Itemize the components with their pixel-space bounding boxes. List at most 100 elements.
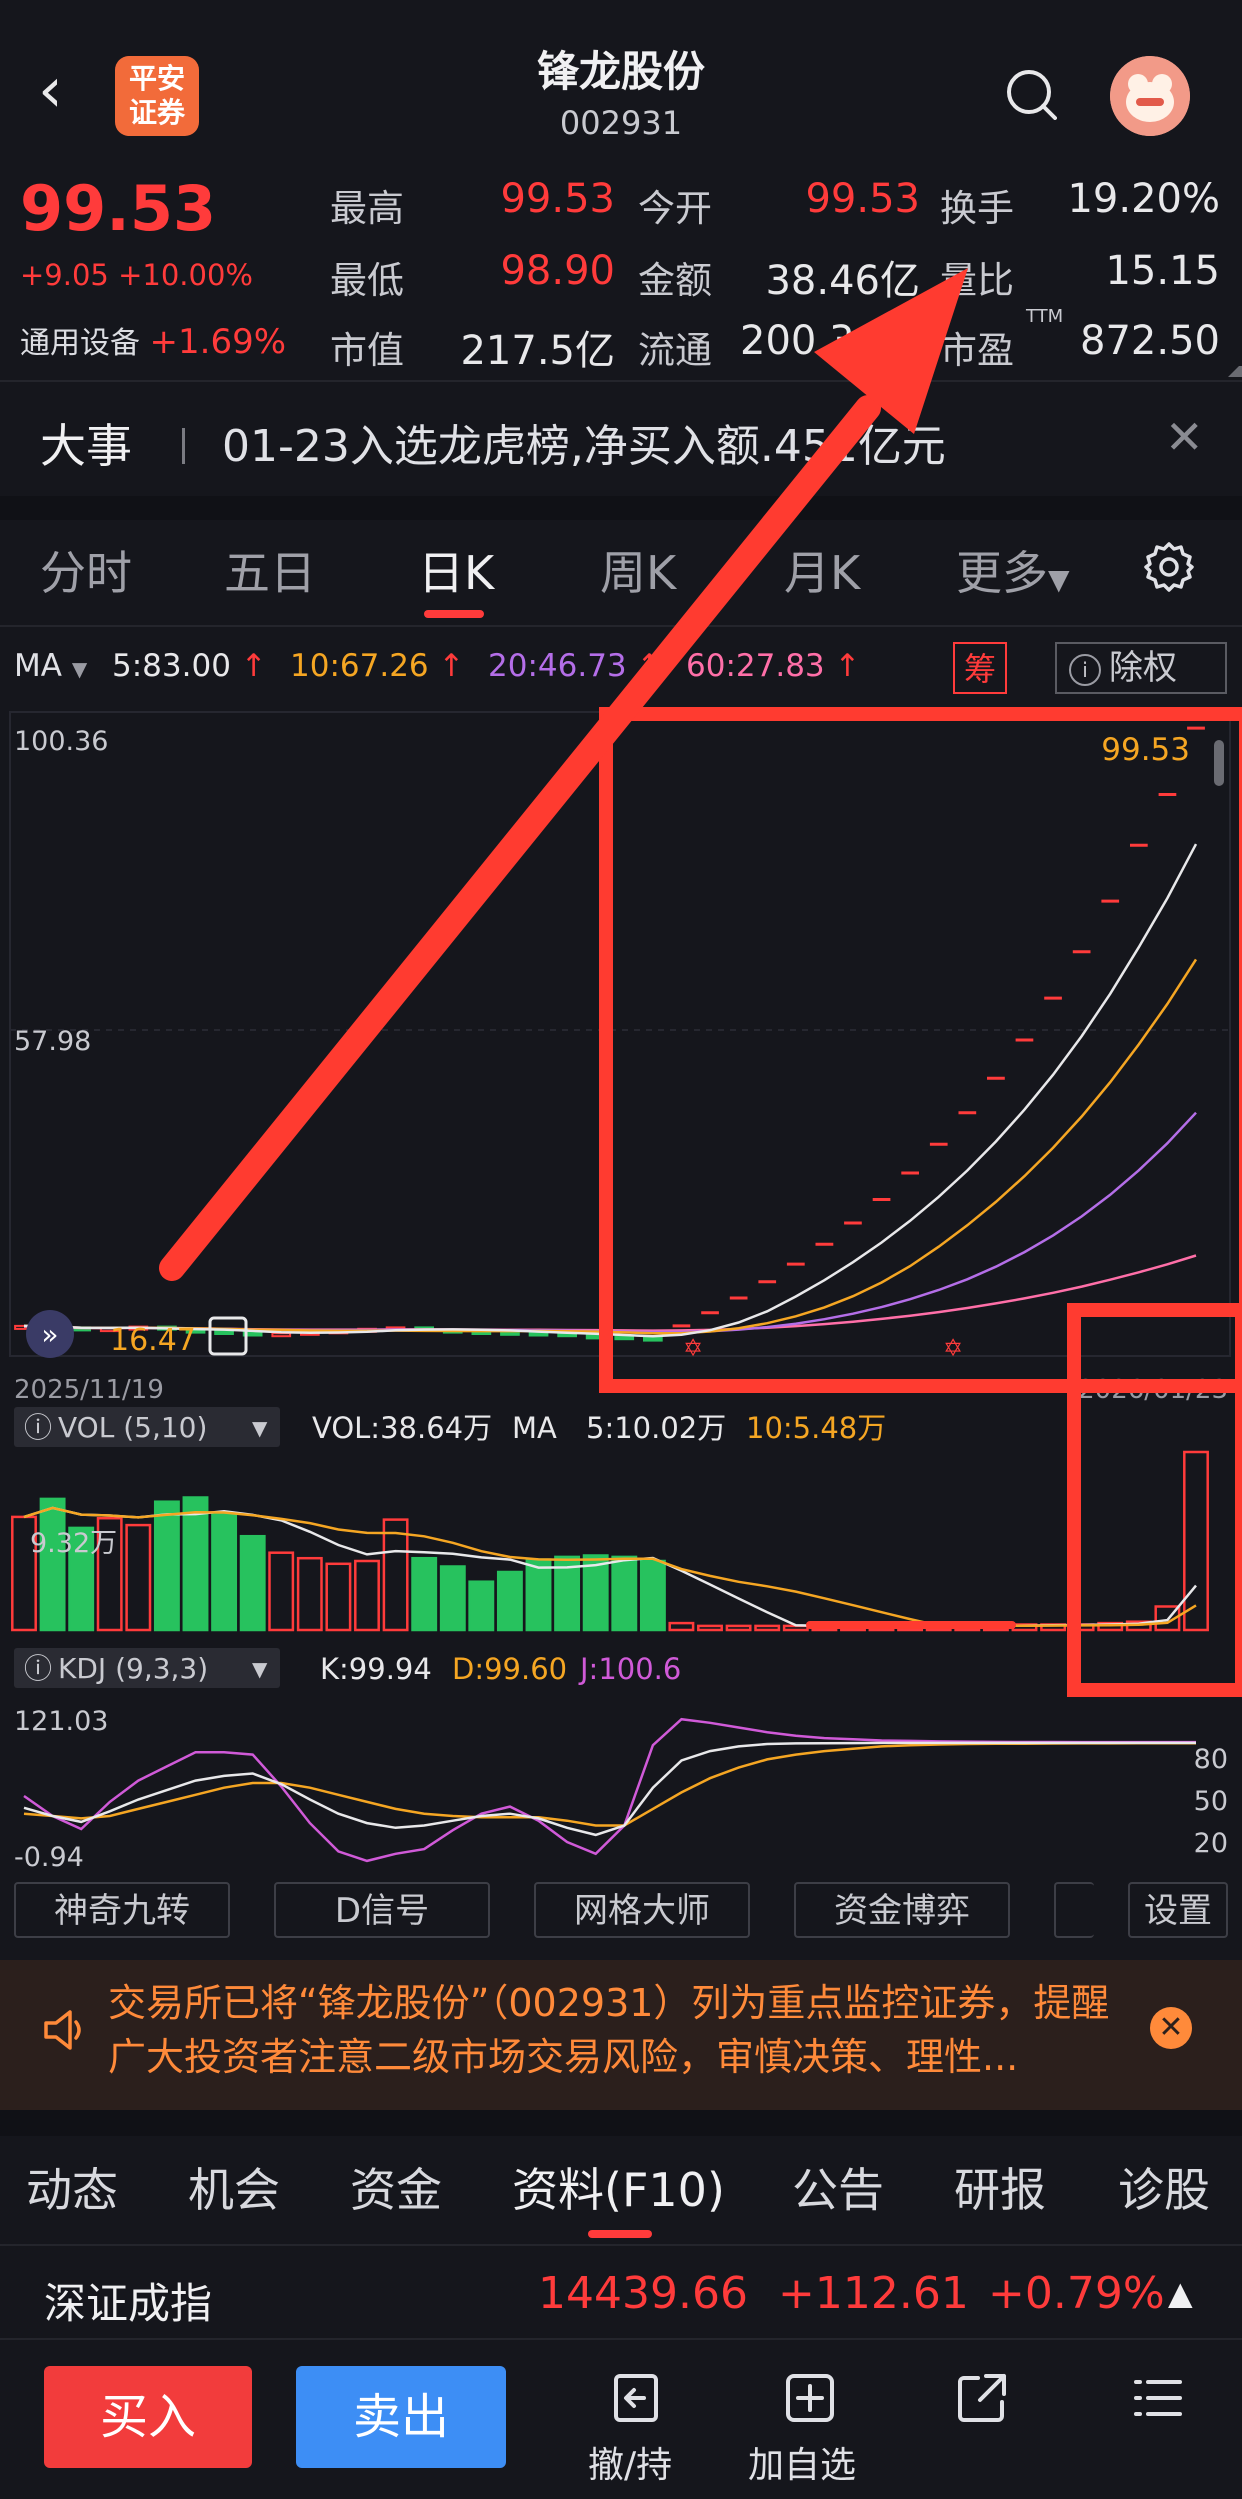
kdj-ytick-50: 50 <box>1194 1786 1228 1817</box>
assistant-avatar-icon[interactable] <box>1110 56 1190 136</box>
ma60-text: 60:27.83 <box>686 648 825 684</box>
undo-order-icon[interactable] <box>606 2368 666 2428</box>
scroll-indicator[interactable] <box>1214 740 1224 786</box>
news-text[interactable]: 01-23入选龙虎榜,净买入额.451亿元 <box>222 410 946 474</box>
vol-title: VOL (5,10) <box>58 1411 207 1444</box>
kdj-ytick-80: 80 <box>1194 1744 1228 1775</box>
quote-label-turnover: 换手 <box>940 187 1014 230</box>
active-tab-indicator <box>588 2230 652 2238</box>
candle <box>214 1330 234 1335</box>
stock-name-title: 锋龙股份 <box>536 47 705 96</box>
chip-distribution-button[interactable]: 筹 <box>953 642 1007 694</box>
sell-button[interactable]: 卖出 <box>296 2366 506 2468</box>
annotation-box-price <box>599 707 1242 1393</box>
sector-change[interactable]: 通用设备 +1.69% <box>20 318 286 362</box>
index-name[interactable]: 深证成指 <box>44 2270 212 2331</box>
vol-value: VOL:38.64万 <box>312 1411 492 1445</box>
tab-f10-profile[interactable]: 资料(F10) <box>512 2154 725 2220</box>
gear-icon[interactable] <box>1142 540 1196 594</box>
volume-bar <box>268 1551 295 1632</box>
quote-value-low: 98.90 <box>500 248 615 294</box>
price-change: +9.05 +10.00% <box>20 258 253 292</box>
tab-monthly-k[interactable]: 月K <box>784 537 860 603</box>
index-change: +112.61 <box>778 2268 969 2319</box>
indicator-button-grid-master[interactable]: 网格大师 <box>534 1882 750 1938</box>
kdj-panel[interactable]: ⓘ KDJ (9,3,3) ▼ K:99.94 D:99.60 J:100.6 … <box>14 1648 1228 1873</box>
tab-intraday[interactable]: 分时 <box>40 537 132 603</box>
volume-bar <box>611 1555 638 1632</box>
tab-more-label: 更多 <box>956 546 1048 600</box>
volume-bar <box>153 1500 180 1632</box>
kdj-k-value: K:99.94 <box>320 1652 432 1686</box>
volume-bars <box>11 1450 1209 1632</box>
kline-panel[interactable]: 100.36 57.98 99.53 16.47 2025/11/19 2026… <box>9 711 1231 1405</box>
charts-area[interactable]: 100.36 57.98 99.53 16.47 2025/11/19 2026… <box>0 700 1242 1880</box>
ma-label: MA <box>14 648 62 684</box>
tab-research[interactable]: 研报 <box>954 2154 1046 2220</box>
event-marker-icon[interactable]: ✡ <box>943 1334 963 1362</box>
divider <box>0 2338 1242 2340</box>
ex-rights-button[interactable]: i 除权 <box>1055 642 1227 694</box>
ex-rights-label: 除权 <box>1109 648 1177 688</box>
kline-x-start-label: 2025/11/19 <box>14 1375 164 1405</box>
tab-news-feed[interactable]: 动态 <box>26 2154 118 2220</box>
kline-frame <box>9 711 1231 1357</box>
volume-bar <box>525 1558 552 1632</box>
expand-corner-icon[interactable] <box>1228 355 1242 377</box>
volume-bar <box>668 1621 695 1632</box>
tab-capital[interactable]: 资金 <box>350 2154 442 2220</box>
tab-more[interactable]: 更多▼ <box>956 537 1070 603</box>
kline-ytick-mid: 57.98 <box>14 1026 91 1057</box>
tab-announcements[interactable]: 公告 <box>792 2154 884 2220</box>
share-icon[interactable] <box>952 2368 1012 2428</box>
kdj-d-line <box>23 1742 1196 1827</box>
triangle-up-icon[interactable]: ▲ <box>1168 2274 1193 2312</box>
menu-icon[interactable] <box>1128 2368 1188 2428</box>
sector-name: 通用设备 <box>20 326 140 361</box>
close-icon[interactable]: ✕ <box>1165 410 1204 464</box>
vol-ytick: 9.32万 <box>30 1528 117 1559</box>
tab-diagnosis[interactable]: 诊股 <box>1118 2154 1210 2220</box>
tab-daily-k[interactable]: 日K <box>418 537 494 603</box>
search-icon[interactable] <box>1005 68 1057 120</box>
indicator-button-more[interactable] <box>1054 1882 1094 1938</box>
tab-five-day[interactable]: 五日 <box>224 537 316 603</box>
candle <box>271 1332 292 1338</box>
candle <box>643 1336 663 1342</box>
tab-opportunities[interactable]: 机会 <box>188 2154 280 2220</box>
kdj-ytick-20: 20 <box>1194 1828 1228 1859</box>
risk-notice-text: 交易所已将“锋龙股份”（002931）列为重点监控证券，提醒广大投资者注意二级市… <box>108 1981 1110 2079</box>
index-value: 14439.66 <box>538 2268 748 2319</box>
caret-down-icon: ▼ <box>252 1657 268 1681</box>
add-watchlist-label[interactable]: 加自选 <box>748 2436 856 2488</box>
event-marker-icon[interactable]: ✡ <box>683 1334 703 1362</box>
indicator-settings-button[interactable]: 设置 <box>1128 1882 1228 1938</box>
volume-panel[interactable]: ⓘ VOL (5,10) ▼ VOL:38.64万 MA 5:10.02万 10… <box>11 1407 1209 1632</box>
kdj-k-line <box>23 1741 1196 1837</box>
broker-logo: 平安 证券 <box>115 56 199 136</box>
indicator-button-d-signal[interactable]: D信号 <box>274 1882 490 1938</box>
undo-order-label[interactable]: 撤/持 <box>588 2436 672 2488</box>
vol-ma10: 10:5.48万 <box>746 1411 886 1445</box>
caret-down-icon: ▼ <box>1048 563 1070 596</box>
quote-label-float: 流通 <box>638 329 712 372</box>
quote-value-amount: 38.46亿 <box>765 258 920 304</box>
arrow-up-icon: ↑ <box>626 648 663 684</box>
quote-value-high: 99.53 <box>500 176 615 222</box>
chevron-left-icon[interactable]: ‹ <box>38 59 78 121</box>
volume-bar <box>468 1580 495 1632</box>
buy-button[interactable]: 买入 <box>44 2366 252 2468</box>
arrow-up-icon: ↑ <box>230 648 267 684</box>
index-change-pct: +0.79% <box>988 2268 1165 2319</box>
arrow-up-icon: ↑ <box>428 648 465 684</box>
volume-bar <box>354 1559 380 1632</box>
indicator-button-capital-game[interactable]: 资金博弈 <box>794 1882 1010 1938</box>
volume-bar <box>39 1497 66 1632</box>
tab-weekly-k[interactable]: 周K <box>600 537 676 603</box>
add-watchlist-icon[interactable] <box>780 2368 840 2428</box>
indicator-button-nine-turn[interactable]: 神奇九转 <box>14 1882 230 1938</box>
ma-selector[interactable]: MA ▼ <box>14 648 87 684</box>
close-circle-icon[interactable]: ✕ <box>1150 2007 1192 2049</box>
last-price: 99.53 <box>20 172 217 245</box>
fullscreen-icon[interactable] <box>208 1316 248 1356</box>
